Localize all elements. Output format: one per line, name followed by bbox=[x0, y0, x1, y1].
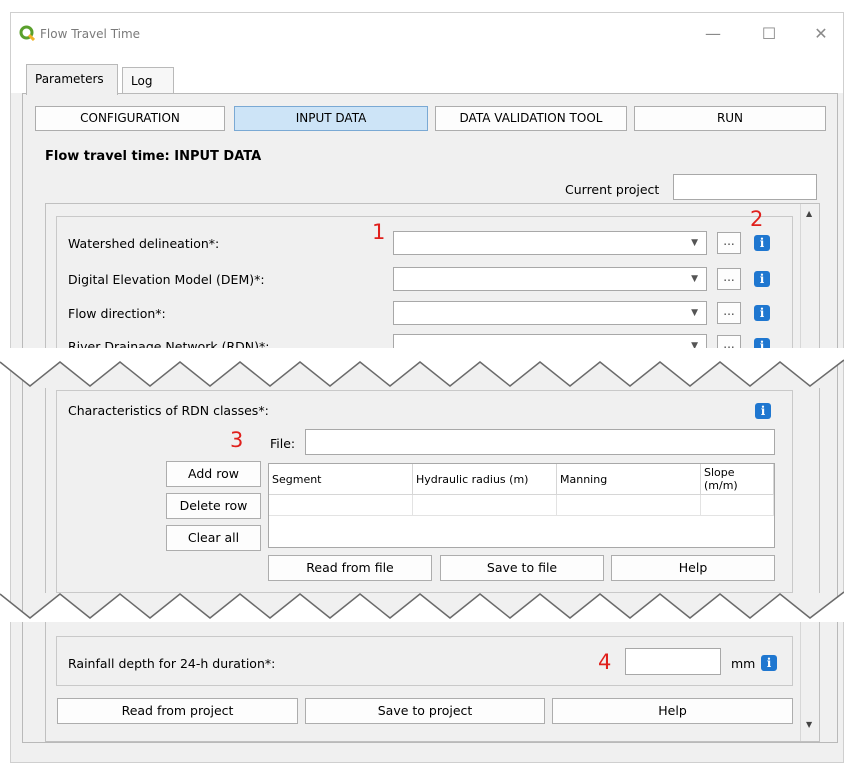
minimize-button[interactable]: — bbox=[698, 20, 728, 48]
close-button[interactable]: ✕ bbox=[806, 20, 836, 48]
column-header[interactable]: Hydraulic radius (m) bbox=[412, 464, 557, 495]
flow-direction-info-icon[interactable]: i bbox=[754, 305, 770, 321]
rainfall-info-icon[interactable]: i bbox=[761, 655, 777, 671]
chevron-down-icon: ▼ bbox=[691, 238, 698, 248]
clear-all-button[interactable]: Clear all bbox=[166, 525, 261, 551]
delete-row-button[interactable]: Delete row bbox=[166, 493, 261, 519]
annotation-1: 1 bbox=[372, 220, 386, 244]
column-header[interactable]: Slope (m/m) bbox=[700, 464, 774, 495]
configuration-button[interactable]: CONFIGURATION bbox=[35, 106, 225, 131]
table-cell[interactable] bbox=[700, 494, 774, 516]
save-to-file-button[interactable]: Save to file bbox=[440, 555, 604, 581]
annotation-3: 3 bbox=[230, 428, 244, 452]
rainfall-label: Rainfall depth for 24-h duration*: bbox=[68, 656, 276, 671]
scrollbar-track[interactable]: ▲ bbox=[800, 204, 819, 363]
current-project-input[interactable] bbox=[673, 174, 817, 200]
flow-direction-label: Flow direction*: bbox=[68, 306, 166, 321]
table-row[interactable] bbox=[269, 494, 774, 516]
scroll-down-icon[interactable]: ▼ bbox=[806, 720, 812, 729]
column-header[interactable]: Manning bbox=[556, 464, 701, 495]
scroll-up-icon[interactable]: ▲ bbox=[806, 209, 812, 218]
help-button[interactable]: Help bbox=[552, 698, 793, 724]
table-header-row: Segment Hydraulic radius (m) Manning Slo… bbox=[269, 464, 774, 495]
file-input[interactable] bbox=[305, 429, 775, 455]
dem-combo[interactable]: ▼ bbox=[393, 267, 707, 291]
maximize-button[interactable]: ☐ bbox=[754, 20, 784, 48]
rainfall-unit: mm bbox=[731, 656, 756, 671]
table-cell[interactable] bbox=[269, 494, 413, 516]
dem-label: Digital Elevation Model (DEM)*: bbox=[68, 272, 265, 287]
rdn-classes-title: Characteristics of RDN classes*: bbox=[68, 403, 269, 418]
watershed-combo[interactable]: ▼ bbox=[393, 231, 707, 255]
add-row-button[interactable]: Add row bbox=[166, 461, 261, 487]
annotation-4: 4 bbox=[598, 650, 612, 674]
qgis-logo-icon bbox=[19, 25, 36, 42]
dem-info-icon[interactable]: i bbox=[754, 271, 770, 287]
tab-log[interactable]: Log bbox=[122, 67, 174, 94]
break-divider bbox=[0, 582, 844, 622]
read-from-project-button[interactable]: Read from project bbox=[57, 698, 298, 724]
scrollbar-track-bottom[interactable]: ▼ bbox=[800, 622, 819, 741]
table-cell[interactable] bbox=[412, 494, 557, 516]
table-cell[interactable] bbox=[556, 494, 701, 516]
data-validation-tool-button[interactable]: DATA VALIDATION TOOL bbox=[435, 106, 627, 131]
save-to-project-button[interactable]: Save to project bbox=[305, 698, 545, 724]
rdn-help-button[interactable]: Help bbox=[611, 555, 775, 581]
rainfall-input[interactable] bbox=[625, 648, 721, 675]
chevron-down-icon: ▼ bbox=[691, 308, 698, 318]
run-button[interactable]: RUN bbox=[634, 106, 826, 131]
read-from-file-button[interactable]: Read from file bbox=[268, 555, 432, 581]
dem-browse-button[interactable]: ... bbox=[717, 268, 741, 290]
page-title: Flow travel time: INPUT DATA bbox=[45, 149, 262, 164]
break-divider bbox=[0, 348, 844, 388]
rdn-table[interactable]: Segment Hydraulic radius (m) Manning Slo… bbox=[268, 463, 775, 548]
input-data-button[interactable]: INPUT DATA bbox=[234, 106, 428, 131]
watershed-label: Watershed delineation*: bbox=[68, 236, 220, 251]
watershed-info-icon[interactable]: i bbox=[754, 235, 770, 251]
flow-direction-combo[interactable]: ▼ bbox=[393, 301, 707, 325]
current-project-label: Current project bbox=[565, 182, 660, 197]
file-label: File: bbox=[270, 436, 296, 451]
annotation-2: 2 bbox=[750, 207, 764, 231]
rdn-classes-info-icon[interactable]: i bbox=[755, 403, 771, 419]
flow-direction-browse-button[interactable]: ... bbox=[717, 302, 741, 324]
window-title: Flow Travel Time bbox=[40, 27, 141, 41]
tab-parameters[interactable]: Parameters bbox=[26, 64, 118, 95]
watershed-browse-button[interactable]: ... bbox=[717, 232, 741, 254]
chevron-down-icon: ▼ bbox=[691, 274, 698, 284]
column-header[interactable]: Segment bbox=[269, 464, 413, 495]
